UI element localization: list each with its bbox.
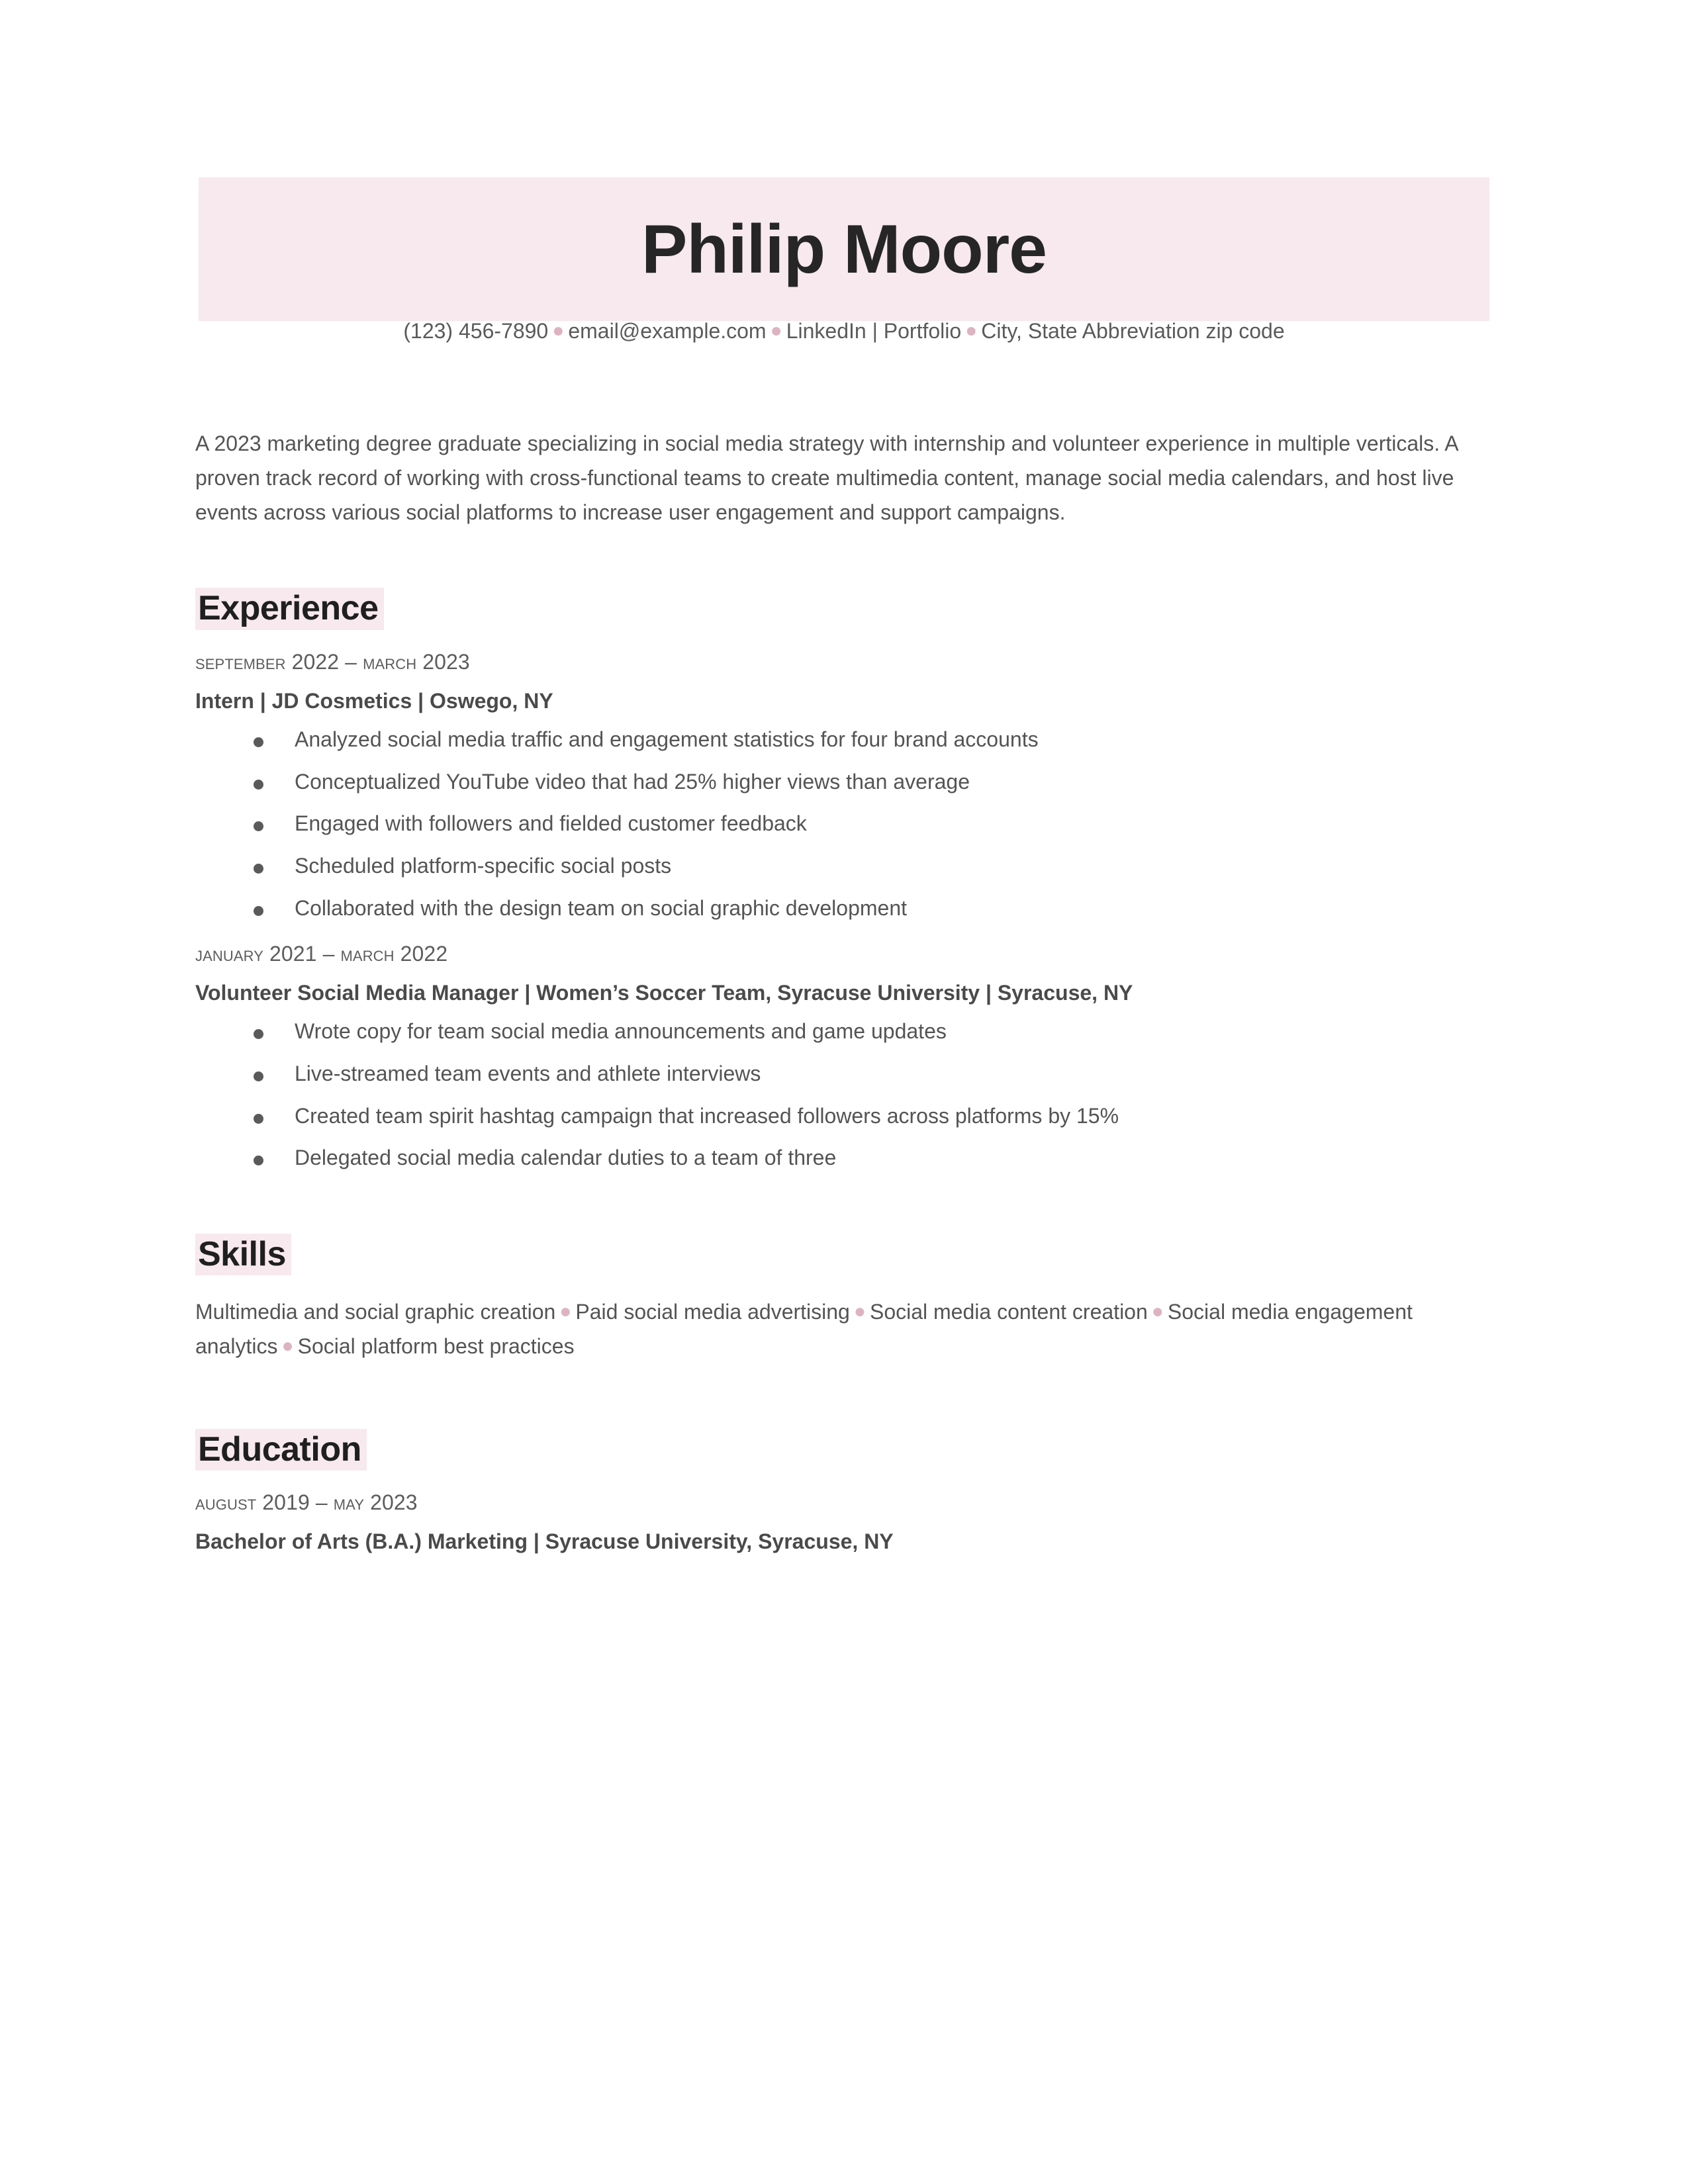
- contact-location: City, State Abbreviation zip code: [981, 319, 1285, 343]
- skill-item: Multimedia and social graphic creation: [195, 1300, 556, 1324]
- section-heading-skills: Skills: [195, 1234, 291, 1276]
- separator-dot-icon: ●: [559, 1300, 572, 1323]
- professional-summary: A 2023 marketing degree graduate special…: [195, 432, 1458, 524]
- experience-date-range: September 2022 – March 2023: [195, 649, 470, 674]
- list-item: Created team spirit hashtag campaign tha…: [195, 1103, 1493, 1128]
- bullet-dot-icon: [254, 779, 263, 790]
- list-item-text: Scheduled platform-specific social posts: [295, 854, 672, 878]
- contact-phone: (123) 456-7890: [403, 319, 549, 343]
- contact-line: (123) 456-7890 ● email@example.com ● LinkedI…: [199, 316, 1489, 346]
- education-degree: Bachelor of Arts (B.A.) Marketing | Syra…: [195, 1529, 894, 1554]
- bullet-dot-icon: [254, 821, 263, 832]
- skill-item: Paid social media advertising: [575, 1300, 850, 1324]
- bullet-dot-icon: [254, 1113, 263, 1124]
- separator-dot-icon: ●: [1151, 1300, 1164, 1323]
- page-title: Philip Moore: [641, 210, 1047, 288]
- separator-dot-icon: ●: [770, 320, 782, 341]
- list-item: Delegated social media calendar duties t…: [195, 1146, 1493, 1170]
- list-item-text: Conceptualized YouTube video that had 25…: [295, 769, 970, 794]
- separator-dot-icon: ●: [853, 1300, 866, 1323]
- separator-dot-icon: ●: [552, 320, 565, 341]
- section-education: Education August 2019 – May 2023 Bachelo…: [195, 1429, 1493, 1554]
- experience-title: Intern | JD Cosmetics | Oswego, NY: [195, 688, 553, 713]
- bullet-dot-icon: [254, 906, 263, 917]
- list-item: Engaged with followers and fielded custo…: [195, 811, 1493, 836]
- skill-item: Social platform best practices: [297, 1334, 575, 1359]
- skill-item: Social media content creation: [869, 1300, 1148, 1324]
- list-item-text: Wrote copy for team social media announc…: [295, 1019, 947, 1043]
- experience-bullet-list: Wrote copy for team social media announc…: [195, 1019, 1493, 1170]
- experience-bullet-list: Analyzed social media traffic and engage…: [195, 727, 1493, 921]
- list-item: Scheduled platform-specific social posts: [195, 854, 1493, 878]
- experience-entry: September 2022 – March 2023 Intern | JD …: [195, 650, 1493, 921]
- bullet-dot-icon: [254, 737, 263, 747]
- section-skills: Skills Multimedia and social graphic cre…: [195, 1234, 1493, 1364]
- separator-dot-icon: ●: [281, 1335, 294, 1357]
- education-entry: August 2019 – May 2023 Bachelor of Arts …: [195, 1490, 1493, 1554]
- bullet-dot-icon: [254, 1156, 263, 1166]
- resume-page: Philip Moore (123) 456-7890 ● email@exampl…: [0, 0, 1688, 2184]
- bullet-dot-icon: [254, 864, 263, 874]
- education-date-range: August 2019 – May 2023: [195, 1490, 418, 1515]
- list-item: Wrote copy for team social media announc…: [195, 1019, 1493, 1044]
- resume-body: A 2023 marketing degree graduate special…: [195, 427, 1493, 1554]
- list-item: Collaborated with the design team on soc…: [195, 896, 1493, 921]
- list-item-text: Delegated social media calendar duties t…: [295, 1146, 837, 1170]
- list-item: Analyzed social media traffic and engage…: [195, 727, 1493, 752]
- section-heading-education: Education: [195, 1429, 367, 1471]
- list-item: Live-streamed team events and athlete in…: [195, 1062, 1493, 1086]
- bullet-dot-icon: [254, 1028, 263, 1039]
- bullet-dot-icon: [254, 1071, 263, 1081]
- contact-links[interactable]: LinkedIn | Portfolio: [786, 319, 961, 343]
- list-item-text: Analyzed social media traffic and engage…: [295, 727, 1039, 751]
- list-item-text: Live-streamed team events and athlete in…: [295, 1061, 761, 1085]
- experience-date-range: January 2021 – March 2022: [195, 941, 448, 966]
- experience-title: Volunteer Social Media Manager | Women’s…: [195, 980, 1133, 1005]
- list-item-text: Collaborated with the design team on soc…: [295, 896, 907, 921]
- section-heading-experience: Experience: [195, 588, 384, 630]
- experience-entry: January 2021 – March 2022 Volunteer Soci…: [195, 942, 1493, 1170]
- list-item-text: Engaged with followers and fielded custo…: [295, 811, 807, 836]
- separator-dot-icon: ●: [965, 320, 978, 341]
- section-experience: Experience September 2022 – March 2023 I…: [195, 588, 1493, 1170]
- skills-list: Multimedia and social graphic creation ● P…: [195, 1295, 1433, 1364]
- list-item-text: Created team spirit hashtag campaign tha…: [295, 1103, 1119, 1128]
- contact-email: email@example.com: [568, 319, 767, 343]
- list-item: Conceptualized YouTube video that had 25…: [195, 770, 1493, 794]
